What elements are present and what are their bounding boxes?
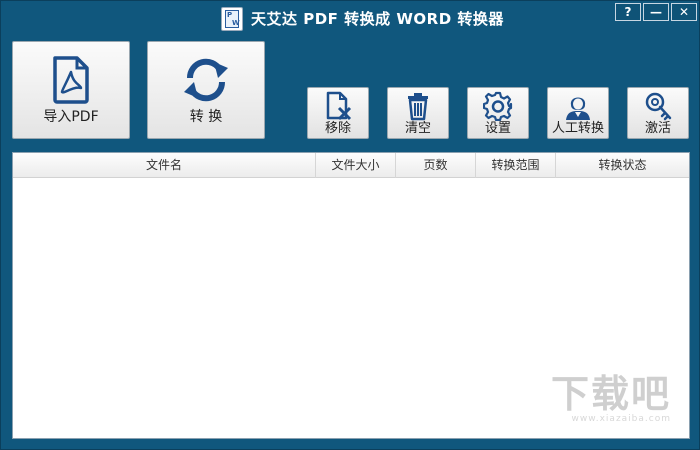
- remove-label: 移除: [324, 121, 351, 136]
- convert-label: 转 换: [189, 109, 223, 125]
- file-list[interactable]: 文件名 文件大小 页数 转换范围 转换状态 下载吧 www.xiazaiba.c…: [12, 152, 690, 439]
- close-button[interactable]: ✕: [671, 3, 697, 21]
- window-title: 天艾达 PDF 转换成 WORD 转换器: [251, 10, 504, 28]
- watermark: 下载吧 www.xiazaiba.com: [551, 363, 671, 424]
- app-logo-icon: PW: [221, 7, 243, 31]
- manual-convert-label: 人工转换: [551, 121, 604, 136]
- refresh-icon: [184, 58, 228, 102]
- app-window: PW 天艾达 PDF 转换成 WORD 转换器 ? — ✕ 导入PDF 转 换 …: [0, 0, 700, 450]
- column-header-filesize[interactable]: 文件大小: [316, 153, 396, 178]
- remove-button[interactable]: 移除: [307, 87, 369, 139]
- clear-button[interactable]: 清空: [387, 87, 449, 139]
- minimize-button[interactable]: —: [643, 3, 669, 21]
- settings-button[interactable]: 设置: [467, 87, 529, 139]
- manual-convert-button[interactable]: 人工转换: [547, 87, 609, 139]
- help-button[interactable]: ?: [615, 3, 641, 21]
- activate-label: 激活: [644, 121, 671, 136]
- column-header-status[interactable]: 转换状态: [556, 153, 689, 178]
- file-list-body[interactable]: 下载吧 www.xiazaiba.com: [13, 179, 689, 438]
- column-header-pages[interactable]: 页数: [396, 153, 476, 178]
- convert-button[interactable]: 转 换: [147, 41, 265, 139]
- column-header-range[interactable]: 转换范围: [476, 153, 556, 178]
- settings-label: 设置: [484, 121, 511, 136]
- title-bar: PW 天艾达 PDF 转换成 WORD 转换器 ? — ✕: [1, 1, 699, 35]
- column-header-filename[interactable]: 文件名: [13, 153, 316, 178]
- import-pdf-label: 导入PDF: [43, 109, 99, 125]
- pdf-file-icon: [53, 56, 89, 104]
- watermark-text: 下载吧: [550, 372, 671, 416]
- activate-button[interactable]: 激活: [627, 87, 689, 139]
- clear-label: 清空: [404, 121, 431, 136]
- file-list-header: 文件名 文件大小 页数 转换范围 转换状态: [13, 153, 689, 178]
- import-pdf-button[interactable]: 导入PDF: [12, 41, 130, 139]
